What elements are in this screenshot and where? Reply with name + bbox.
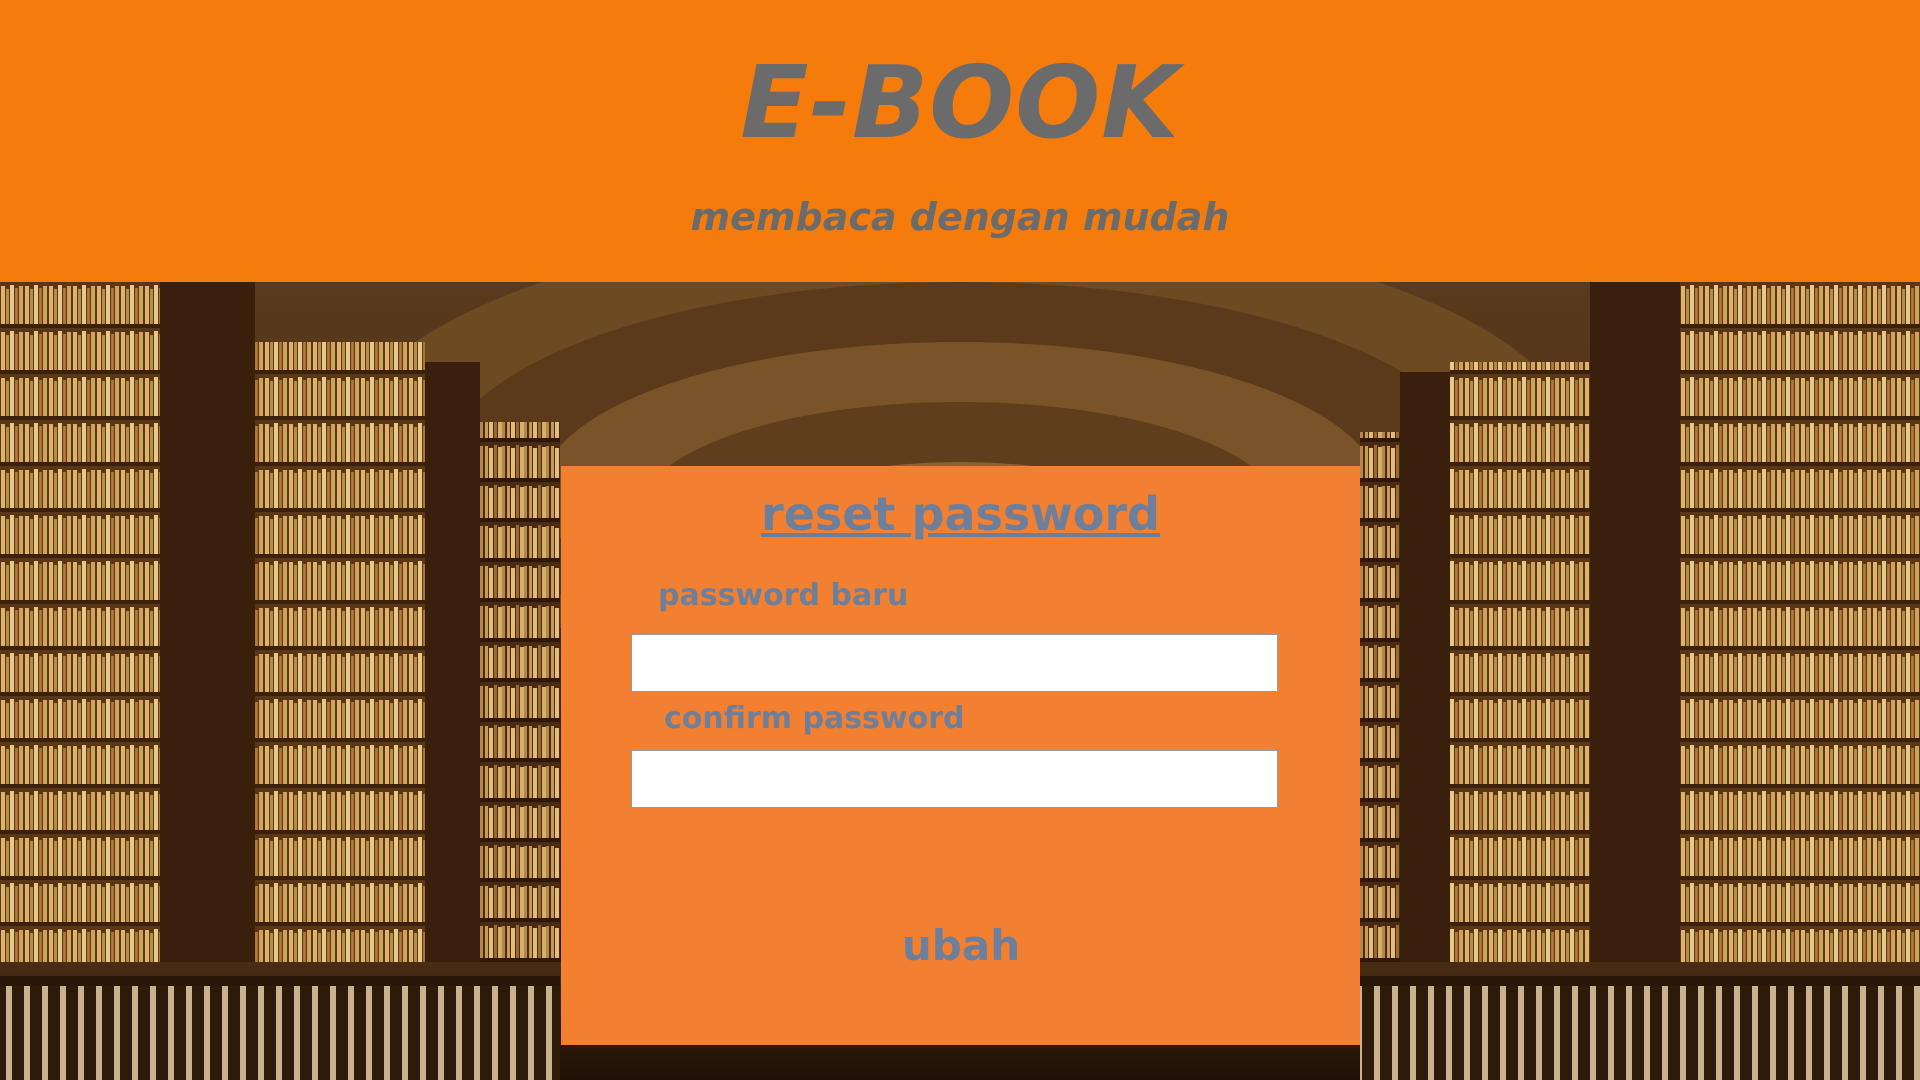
app-title: E-BOOK	[740, 44, 1180, 161]
reset-password-title: reset password	[761, 487, 1160, 541]
header-banner: E-BOOK membaca dengan mudah	[0, 0, 1920, 282]
confirm-password-label: confirm password	[664, 701, 965, 736]
app-tagline: membaca dengan mudah	[690, 195, 1230, 239]
reset-password-panel: reset password password baru confirm pas…	[561, 466, 1360, 1045]
confirm-password-input[interactable]	[631, 750, 1278, 808]
ubah-submit-button[interactable]: ubah	[881, 916, 1041, 976]
new-password-input[interactable]	[631, 634, 1278, 692]
new-password-label: password baru	[658, 578, 909, 613]
